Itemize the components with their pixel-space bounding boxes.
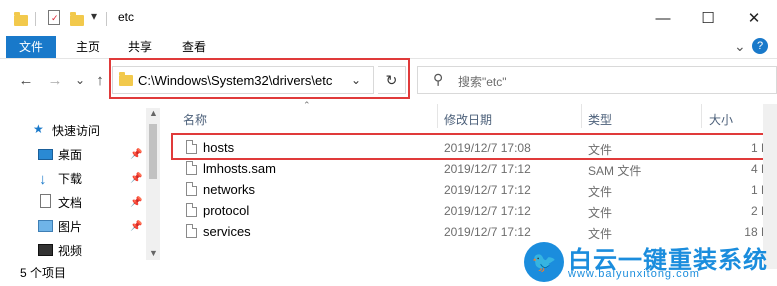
- column-header-date[interactable]: 修改日期: [444, 111, 492, 128]
- file-date: 2019/12/7 17:12: [444, 225, 531, 239]
- nav-item-desktop[interactable]: 桌面: [58, 144, 82, 166]
- column-header-name[interactable]: 名称: [183, 111, 207, 128]
- column-divider[interactable]: [701, 104, 702, 128]
- file-type: 文件: [588, 206, 613, 220]
- file-date: 2019/12/7 17:12: [444, 204, 531, 218]
- file-date: 2019/12/7 17:12: [444, 183, 531, 197]
- forward-button[interactable]: →: [45, 70, 65, 90]
- highlight-box: [109, 58, 410, 99]
- quick-access-dropdown-icon[interactable]: ▾: [91, 9, 97, 23]
- tab-view[interactable]: 查看: [174, 36, 214, 58]
- nav-item-videos[interactable]: 视频: [58, 240, 82, 262]
- ribbon-collapse-icon[interactable]: ⌄: [734, 38, 746, 55]
- column-divider[interactable]: [437, 104, 438, 128]
- file-type: SAM 文件: [588, 164, 642, 178]
- pin-icon: 📌: [130, 173, 143, 184]
- file-icon: [186, 203, 197, 217]
- file-date: 2019/12/7 17:12: [444, 162, 531, 176]
- scroll-up-icon[interactable]: ▲: [149, 108, 158, 118]
- minimize-button[interactable]: —: [640, 0, 686, 36]
- watermark-url: www.baiyunxitong.com: [568, 268, 700, 280]
- star-icon: ★: [33, 122, 44, 136]
- file-name[interactable]: networks: [203, 182, 255, 197]
- pin-icon: 📌: [130, 149, 143, 160]
- watermark-bird-icon: 🐦: [524, 242, 564, 282]
- up-button[interactable]: ↑: [90, 70, 110, 90]
- window-title: etc: [118, 10, 135, 24]
- file-name[interactable]: lmhosts.sam: [203, 161, 276, 176]
- nav-item-downloads[interactable]: 下载: [58, 168, 82, 190]
- help-icon[interactable]: ?: [752, 38, 768, 54]
- file-icon: [186, 224, 197, 238]
- document-icon: [40, 194, 51, 208]
- nav-item-quick-access[interactable]: 快速访问: [52, 120, 100, 142]
- file-icon: [186, 182, 197, 196]
- divider: [106, 12, 107, 26]
- recent-locations-button[interactable]: ⌄: [70, 70, 90, 90]
- divider: [35, 12, 36, 26]
- column-header-size[interactable]: 大小: [709, 111, 733, 128]
- new-folder-icon[interactable]: [70, 12, 84, 26]
- close-button[interactable]: ✕: [731, 0, 777, 36]
- maximize-button[interactable]: ☐: [685, 0, 731, 36]
- file-type: 文件: [588, 185, 613, 199]
- nav-item-pictures[interactable]: 图片: [58, 216, 82, 238]
- pin-icon: 📌: [130, 197, 143, 208]
- status-text: 5 个项目: [20, 266, 67, 280]
- search-icon: ⚲: [433, 71, 444, 87]
- nav-item-documents[interactable]: 文档: [58, 192, 82, 214]
- sort-ascending-icon: ⌃: [303, 100, 311, 110]
- folder-icon[interactable]: [14, 12, 28, 26]
- pin-icon: 📌: [130, 221, 143, 232]
- search-placeholder: 搜索"etc": [458, 75, 507, 89]
- properties-icon[interactable]: ✓: [48, 10, 60, 25]
- scroll-down-icon[interactable]: ▼: [149, 248, 158, 258]
- nav-pane-scrollbar-thumb[interactable]: [149, 124, 157, 179]
- download-icon: ↓: [39, 171, 47, 188]
- column-header-type[interactable]: 类型: [588, 111, 612, 128]
- video-icon: [38, 244, 53, 256]
- tab-home[interactable]: 主页: [68, 36, 108, 58]
- column-divider[interactable]: [581, 104, 582, 128]
- desktop-icon: [38, 149, 53, 160]
- file-name[interactable]: protocol: [203, 203, 249, 218]
- file-name[interactable]: services: [203, 224, 251, 239]
- back-button[interactable]: ←: [16, 70, 36, 90]
- highlight-box: [171, 133, 773, 160]
- picture-icon: [38, 220, 53, 232]
- tab-share[interactable]: 共享: [120, 36, 160, 58]
- tab-file[interactable]: 文件: [6, 36, 56, 58]
- file-icon: [186, 161, 197, 175]
